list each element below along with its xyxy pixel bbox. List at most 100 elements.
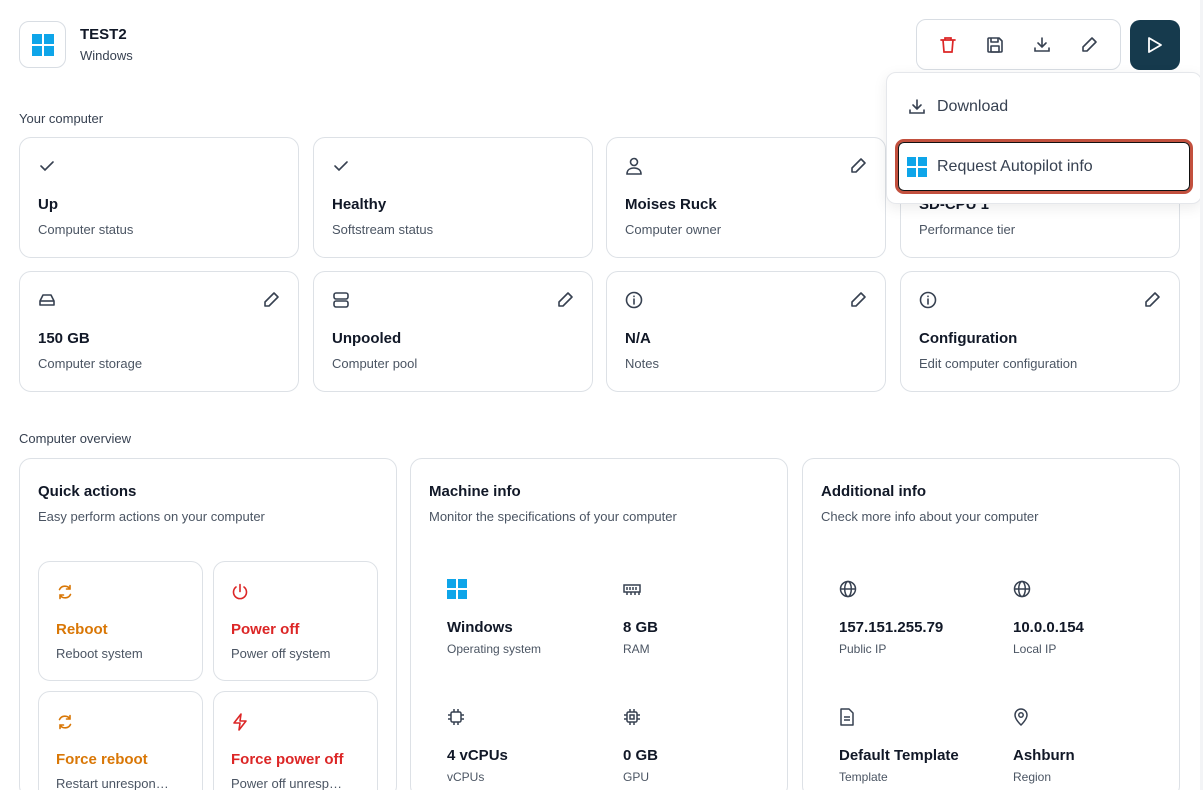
edit-pencil-icon[interactable] [262,291,280,309]
edit-pencil-icon[interactable] [556,291,574,309]
location-pin-icon [1013,707,1033,727]
dropdown-item-download[interactable]: Download [907,97,1008,117]
status-card-computer-pool: Unpooled Computer pool [313,271,593,392]
card-value: Unpooled [332,330,402,347]
refresh-icon [56,583,74,601]
card-value: 150 GB [38,330,90,347]
card-label: Computer owner [625,222,722,237]
action-subtitle: Reboot system [56,646,143,661]
card-value: N/A [625,330,651,347]
globe-icon [839,579,859,599]
windows-logo-icon [907,157,927,177]
gpu-icon [623,707,643,727]
globe-icon [1013,579,1033,599]
status-card-computer-storage: 150 GB Computer storage [19,271,299,392]
action-subtitle: Power off unresp… [231,776,343,790]
info-value: 4 vCPUs [447,747,508,764]
dropdown-item-label: Download [937,98,1009,115]
download-dropdown-menu: Download Request Autopilot info [886,72,1202,204]
computer-header: TEST2 Windows [19,21,133,68]
download-icon [907,97,927,117]
info-local-ip: 10.0.0.154 Local IP [1013,579,1084,656]
document-icon [839,707,859,727]
panel-subtitle: Check more info about your computer [821,509,1039,524]
refresh-icon [56,713,74,731]
info-value: 8 GB [623,619,659,636]
pencil-icon[interactable] [1074,30,1104,60]
download-icon[interactable] [1027,30,1057,60]
bolt-icon [231,713,249,731]
drive-icon [38,291,56,309]
info-region: Ashburn Region [1013,707,1075,784]
info-icon [919,291,937,309]
info-public-ip: 157.151.255.79 Public IP [839,579,943,656]
check-icon [38,157,56,175]
dropdown-item-label: Request Autopilot info [937,158,1093,175]
save-icon[interactable] [980,30,1010,60]
action-toolbar [916,19,1121,70]
card-label: Computer status [38,222,134,237]
power-icon [231,583,249,601]
action-title: Force reboot [56,751,148,768]
dropdown-item-request-autopilot[interactable]: Request Autopilot info [907,157,1093,177]
card-label: Edit computer configuration [919,356,1078,371]
info-label: Public IP [839,642,887,656]
quick-actions-panel: Quick actions Easy perform actions on yo… [19,458,397,790]
info-label: Region [1013,770,1052,784]
card-value: Configuration [919,330,1018,347]
windows-logo-icon [19,21,66,68]
info-icon [625,291,643,309]
section-your-computer: Your computer [19,111,104,126]
info-vcpus: 4 vCPUs vCPUs [447,707,508,784]
edit-pencil-icon[interactable] [849,291,867,309]
status-card-computer-status: Up Computer status [19,137,299,258]
force-power-off-button[interactable]: Force power off Power off unresp… [213,691,378,790]
section-computer-overview: Computer overview [19,431,131,446]
force-reboot-button[interactable]: Force reboot Restart unrespon… [38,691,203,790]
card-label: Computer storage [38,356,143,371]
info-value: 10.0.0.154 [1013,619,1084,636]
computer-name: TEST2 [80,26,127,43]
card-label: Notes [625,356,659,371]
cpu-icon [447,707,467,727]
action-title: Power off [231,621,300,638]
action-subtitle: Power off system [231,646,331,661]
action-subtitle: Restart unrespon… [56,776,169,790]
edit-pencil-icon[interactable] [849,157,867,175]
windows-logo-icon [447,579,467,599]
additional-info-panel: Additional info Check more info about yo… [802,458,1180,790]
info-gpu: 0 GB GPU [623,707,658,784]
info-label: vCPUs [447,770,485,784]
server-icon [332,291,350,309]
power-off-button[interactable]: Power off Power off system [213,561,378,681]
check-icon [332,157,350,175]
info-value: Default Template [839,747,959,764]
card-label: Computer pool [332,356,418,371]
card-value: Healthy [332,196,387,213]
info-operating-system: Windows Operating system [447,579,541,656]
action-title: Force power off [231,751,344,768]
panel-title: Machine info [429,483,521,500]
card-label: Performance tier [919,222,1016,237]
info-value: Ashburn [1013,747,1075,764]
info-ram: 8 GB RAM [623,579,658,656]
memory-icon [623,579,643,599]
machine-info-panel: Machine info Monitor the specifications … [410,458,788,790]
action-title: Reboot [56,621,108,638]
info-label: RAM [623,642,650,656]
status-card-configuration[interactable]: Configuration Edit computer configuratio… [900,271,1180,392]
info-label: Local IP [1013,642,1057,656]
edit-pencil-icon[interactable] [1143,291,1161,309]
info-value: 157.151.255.79 [839,619,944,636]
info-label: Template [839,770,888,784]
info-template: Default Template Template [839,707,959,784]
info-value: 0 GB [623,747,659,764]
play-icon[interactable] [1130,20,1180,70]
reboot-button[interactable]: Reboot Reboot system [38,561,203,681]
info-value: Windows [447,619,513,636]
status-card-computer-owner: Moises Ruck Computer owner [606,137,886,258]
trash-icon[interactable] [933,30,963,60]
panel-title: Additional info [821,483,926,500]
status-card-notes: N/A Notes [606,271,886,392]
user-icon [625,157,643,175]
